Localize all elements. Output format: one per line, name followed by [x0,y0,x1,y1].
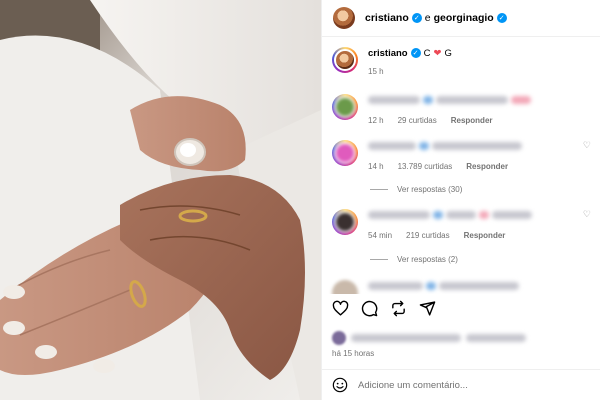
heart-icon[interactable] [332,300,349,317]
caption-text-g: G [444,47,452,59]
likes-summary[interactable] [332,331,526,345]
add-comment-input[interactable]: Adicione um comentário... [358,380,468,391]
post-timestamp: há 15 horas [332,349,375,358]
add-comment-bar: Adicione um comentário... [322,369,600,400]
emoji-icon[interactable] [332,377,348,393]
author-avatar[interactable] [333,7,355,29]
likes-text-blurred [351,334,461,342]
comment-time: 12 h [368,116,384,125]
post-side-panel: cristiano ✓ e georginagio ✓ cristiano ✓ … [321,0,600,400]
share-icon[interactable] [419,300,436,317]
comment-time: 14 h [368,162,384,171]
comment-item [332,280,519,294]
verified-icon: ✓ [496,13,507,23]
caption-row: cristiano ✓ C ❤ G 15 h [332,47,452,76]
post-photo[interactable] [0,0,321,400]
reply-button[interactable]: Responder [466,162,508,171]
view-replies-button[interactable]: Ver respostas (2) [370,255,458,264]
comment-text-blurred [368,94,591,106]
comment-item: 14 h 13.789 curtidas Responder ♡ [332,140,591,171]
comment-likes[interactable]: 219 curtidas [406,231,450,240]
caption-time: 15 h [368,67,384,76]
commenter-avatar[interactable] [332,94,358,120]
hands-with-rings-image [0,0,321,400]
comment-item: 54 min 219 curtidas Responder ♡ [332,209,591,240]
caption-heart-emoji: ❤ [433,47,442,59]
collab-username[interactable]: georginagio [434,12,494,24]
like-comment-icon[interactable]: ♡ [583,209,591,240]
comment-time: 54 min [368,231,393,240]
comment-icon[interactable] [361,300,378,317]
liker-avatar [332,331,346,345]
commenter-avatar[interactable] [332,140,358,166]
commenter-avatar[interactable] [332,209,358,235]
comment-text-blurred [368,209,583,221]
caption-text-c: C [423,47,431,59]
post-header: cristiano ✓ e georginagio ✓ [322,0,600,37]
reply-button[interactable]: Responder [464,231,506,240]
verified-icon: ✓ [411,13,422,23]
verified-icon: ✓ [410,48,421,58]
author-username[interactable]: cristiano [365,12,409,24]
caption-username[interactable]: cristiano [368,48,408,59]
caption-avatar[interactable] [332,47,358,73]
repost-icon[interactable] [390,300,407,317]
comments-feed[interactable]: cristiano ✓ C ❤ G 15 h 12 h 29 curtidas … [322,37,600,294]
collab-authors: cristiano ✓ e georginagio ✓ [365,12,507,24]
comment-item: 12 h 29 curtidas Responder [332,94,591,125]
post-actions [332,300,436,317]
view-replies-button[interactable]: Ver respostas (30) [370,185,462,194]
commenter-avatar[interactable] [332,280,358,294]
comment-text-blurred [368,140,583,152]
comment-text-blurred [368,280,519,292]
collab-connector: e [424,12,431,24]
like-comment-icon[interactable]: ♡ [583,140,591,171]
reply-button[interactable]: Responder [451,116,493,125]
comment-likes[interactable]: 13.789 curtidas [398,162,453,171]
comment-likes[interactable]: 29 curtidas [398,116,437,125]
